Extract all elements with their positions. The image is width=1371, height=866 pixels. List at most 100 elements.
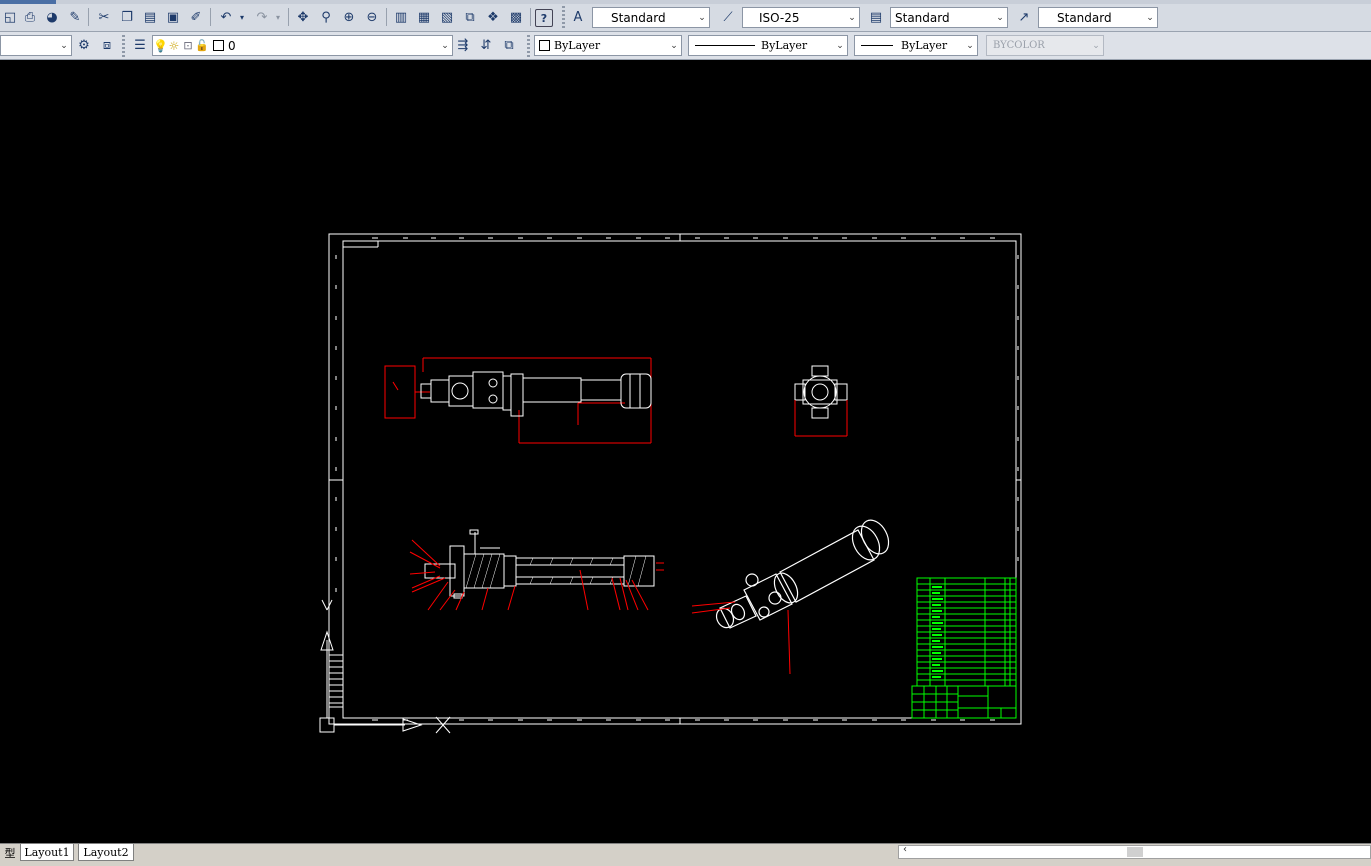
lineweight-value: ByLayer: [901, 39, 948, 52]
layers-properties-toolbar: ⌄ ⚙ ⧈ ☰ 💡 ☼ ⊡ 🔓 0 ⌄ ⇶ ⇵ ⧉ ByLayer ⌄ ByLay…: [0, 32, 1371, 60]
layer-properties-icon[interactable]: ☰: [130, 35, 150, 55]
customize-icon[interactable]: ⧈: [97, 35, 117, 55]
tab-layout1[interactable]: Layout1: [20, 844, 74, 861]
layout-tab-bar: 型 Layout1 Layout2 ‹: [0, 843, 1371, 866]
chevron-down-icon[interactable]: ⌄: [963, 36, 977, 55]
properties-icon[interactable]: ▥: [391, 7, 411, 27]
chevron-down-icon[interactable]: ⌄: [833, 36, 847, 55]
markup-icon[interactable]: ❖: [483, 7, 503, 27]
toolbar-grip[interactable]: [562, 6, 565, 28]
dim-style-select[interactable]: ISO-25 ⌄: [742, 7, 860, 28]
multileader-style-select[interactable]: Standard ⌄: [1038, 7, 1158, 28]
multileader-style-value: Standard: [1057, 10, 1112, 25]
edit-icon[interactable]: ✎: [65, 7, 85, 27]
drawing-svg: [319, 233, 1022, 734]
redo-icon[interactable]: ↷: [252, 7, 272, 27]
chevron-down-icon[interactable]: ⌄: [845, 8, 859, 27]
color-value: ByLayer: [554, 39, 601, 52]
undo-icon[interactable]: ↶: [216, 7, 236, 27]
tab-area-filler: [138, 845, 898, 859]
dim-style-icon[interactable]: ⟋: [718, 7, 738, 27]
chevron-down-icon[interactable]: ⌄: [1089, 36, 1103, 55]
chevron-down-icon[interactable]: ⌄: [667, 36, 681, 55]
tab-model[interactable]: 型: [0, 844, 20, 861]
layer-select[interactable]: 💡 ☼ ⊡ 🔓 0 ⌄: [152, 35, 453, 56]
chevron-down-icon[interactable]: ⌄: [57, 36, 71, 55]
toolbar-grip[interactable]: [122, 35, 125, 57]
separator: [530, 8, 531, 26]
table-style-value: Standard: [895, 10, 950, 25]
scroll-left-icon[interactable]: ‹: [903, 844, 907, 855]
chevron-down-icon[interactable]: ⌄: [1143, 8, 1157, 27]
cut-icon[interactable]: ✂: [94, 7, 114, 27]
text-style-select[interactable]: Standard ⌄: [592, 7, 710, 28]
lightbulb-icon[interactable]: 💡: [153, 39, 168, 53]
undo-dropdown-icon[interactable]: ▾: [236, 7, 248, 27]
title-block: [911, 685, 1017, 719]
separator: [210, 8, 211, 26]
text-style-value: Standard: [611, 10, 666, 25]
zoom-previous-icon[interactable]: ⊖: [362, 7, 382, 27]
dim-style-value: ISO-25: [759, 10, 800, 25]
section-view-part: [424, 529, 655, 599]
sheet-set-icon[interactable]: ⧉: [460, 7, 480, 27]
plot-style-select[interactable]: BYCOLOR ⌄: [986, 35, 1104, 56]
chevron-down-icon[interactable]: ⌄: [993, 8, 1007, 27]
isometric-view-part: [715, 519, 890, 629]
toolbar-grip[interactable]: [527, 35, 530, 57]
layer-states-icon[interactable]: ⧉: [499, 35, 519, 55]
layer-previous-icon[interactable]: ⇵: [476, 35, 496, 55]
lock-icon[interactable]: 🔓: [195, 39, 209, 52]
publish-icon[interactable]: ◕: [42, 7, 62, 27]
pan-icon[interactable]: ✥: [293, 7, 313, 27]
workspace-settings-icon[interactable]: ⚙: [74, 35, 94, 55]
text-style-icon[interactable]: A: [568, 7, 588, 27]
multileader-style-icon[interactable]: ↗: [1014, 7, 1034, 27]
separator: [88, 8, 89, 26]
ribbon-tab-active[interactable]: [0, 0, 56, 4]
tool-palettes-icon[interactable]: ▧: [437, 7, 457, 27]
make-current-icon[interactable]: ⇶: [453, 35, 473, 55]
color-select[interactable]: ByLayer ⌄: [534, 35, 682, 56]
drawing-canvas[interactable]: [0, 61, 1371, 843]
linetype-preview: [695, 45, 755, 46]
lineweight-select[interactable]: ByLayer ⌄: [854, 35, 978, 56]
standard-toolbar: ◱ ⎙ ◕ ✎ ✂ ❐ ▤ ▣ ✐ ↶ ▾ ↷ ▾ ✥ ⚲ ⊕ ⊖ ▥ ▦ ▧ …: [0, 0, 1371, 32]
redo-dropdown-icon[interactable]: ▾: [272, 7, 284, 27]
current-layer-value: 0: [228, 38, 236, 53]
zoom-realtime-icon[interactable]: ⚲: [316, 7, 336, 27]
ribbon-strip: [0, 0, 1371, 4]
zoom-window-icon[interactable]: ⊕: [339, 7, 359, 27]
front-view-part: [420, 371, 652, 417]
match-properties-icon[interactable]: ✐: [186, 7, 206, 27]
chevron-down-icon[interactable]: ⌄: [695, 8, 709, 27]
help-icon[interactable]: ?: [535, 9, 553, 27]
linetype-value: ByLayer: [761, 39, 808, 52]
design-center-icon[interactable]: ▦: [414, 7, 434, 27]
parts-list-table: [916, 577, 1017, 687]
linetype-select[interactable]: ByLayer ⌄: [688, 35, 848, 56]
layer-color-swatch: [213, 40, 224, 51]
horizontal-scrollbar[interactable]: ‹: [898, 844, 1371, 859]
print-icon[interactable]: ⎙: [20, 7, 40, 27]
scroll-thumb[interactable]: [1127, 847, 1143, 857]
calculator-icon[interactable]: ▩: [506, 7, 526, 27]
tab-layout2[interactable]: Layout2: [78, 844, 134, 861]
color-swatch: [539, 40, 550, 51]
side-view-part: [794, 365, 848, 419]
paste-block-icon[interactable]: ▣: [163, 7, 183, 27]
sun-icon[interactable]: ☼: [167, 39, 181, 53]
paste-icon[interactable]: ▤: [140, 7, 160, 27]
viewport-freeze-icon[interactable]: ⊡: [181, 39, 195, 52]
copy-icon[interactable]: ❐: [117, 7, 137, 27]
separator: [386, 8, 387, 26]
lineweight-preview: [861, 45, 893, 46]
section-view-leaders: [409, 539, 664, 611]
left-scale-bar: [328, 654, 344, 708]
chevron-down-icon[interactable]: ⌄: [438, 36, 452, 55]
qnew-icon[interactable]: ◱: [0, 7, 20, 27]
table-style-icon[interactable]: ▤: [866, 7, 886, 27]
workspace-select[interactable]: ⌄: [0, 35, 72, 56]
separator: [288, 8, 289, 26]
table-style-select[interactable]: Standard ⌄: [890, 7, 1008, 28]
